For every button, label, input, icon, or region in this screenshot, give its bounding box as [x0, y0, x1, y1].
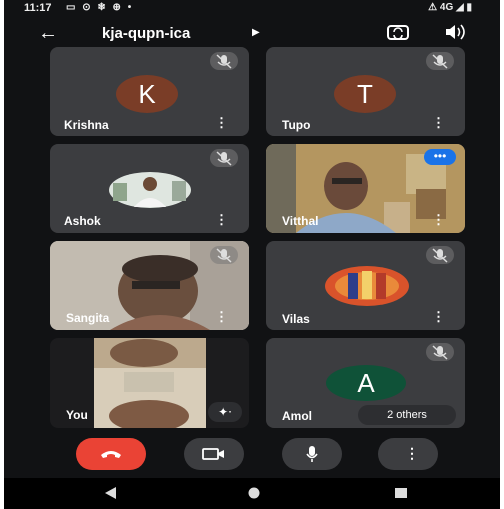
mic-off-icon: [210, 52, 238, 70]
meeting-top-bar: ← kja-qupn-ica ▶: [4, 20, 500, 48]
participant-name-ashok: Ashok: [64, 214, 101, 228]
more-vert-icon[interactable]: ⋮: [432, 212, 445, 228]
microphone-button[interactable]: [282, 438, 342, 470]
more-vert-icon[interactable]: ⋮: [215, 115, 228, 131]
caret-right-icon[interactable]: ▶: [252, 27, 260, 38]
profile-photo-vilas: [325, 266, 409, 306]
mic-off-icon: [210, 246, 238, 264]
back-arrow-icon[interactable]: ←: [38, 22, 58, 45]
participant-tile-tupo[interactable]: T Tupo ⋮: [266, 47, 465, 136]
nav-home-icon[interactable]: [248, 487, 260, 499]
participant-tile-vilas[interactable]: Vilas ⋮: [266, 241, 465, 330]
more-vert-icon[interactable]: ⋮: [432, 309, 445, 325]
phone-screen: 11:17 ▭ ⊙ ❄ ⊕ • ⚠ 4G ◢ ▮ ← kja-qupn-ica …: [4, 0, 500, 509]
speaker-icon[interactable]: [444, 22, 466, 42]
status-right-icons: ⚠ 4G ◢ ▮: [428, 2, 472, 13]
status-bar: 11:17 ▭ ⊙ ❄ ⊕ • ⚠ 4G ◢ ▮: [4, 0, 500, 18]
more-vert-icon[interactable]: ⋮: [215, 212, 228, 228]
participant-name-vilas: Vilas: [282, 312, 310, 326]
participant-tile-ashok[interactable]: Ashok ⋮: [50, 144, 249, 233]
profile-photo-ashok: [109, 172, 191, 208]
participant-tile-krishna[interactable]: K Krishna ⋮: [50, 47, 249, 136]
switch-camera-icon[interactable]: [386, 22, 410, 42]
participant-name-you: You: [66, 408, 88, 422]
system-nav-bar: [4, 478, 500, 509]
more-options-button[interactable]: ⋮: [378, 438, 438, 470]
participant-name-amol: Amol: [282, 409, 312, 423]
more-vert-icon[interactable]: ⋮: [432, 115, 445, 131]
avatar-krishna: K: [116, 75, 178, 113]
meeting-code[interactable]: kja-qupn-ica: [102, 25, 190, 42]
microphone-icon: [306, 446, 318, 462]
participant-tile-amol[interactable]: A Amol 2 others: [266, 338, 465, 428]
nav-recents-icon[interactable]: [394, 487, 408, 499]
more-vert-icon[interactable]: ⋮: [215, 309, 228, 325]
effects-sparkle-icon[interactable]: ✦⋅: [208, 402, 242, 422]
others-badge[interactable]: 2 others: [358, 405, 456, 425]
mic-off-icon: [426, 52, 454, 70]
end-call-button[interactable]: [76, 438, 146, 470]
participant-tile-you[interactable]: You ✦⋅: [50, 338, 249, 428]
participant-tile-vitthal[interactable]: ••• Vitthal ⋮: [266, 144, 465, 233]
participant-name-krishna: Krishna: [64, 118, 109, 132]
notification-icons: ▭ ⊙ ❄ ⊕ •: [66, 2, 134, 13]
camera-icon: [202, 448, 224, 460]
participant-name-sangita: Sangita: [66, 311, 110, 325]
camera-button[interactable]: [184, 438, 244, 470]
status-time: 11:17: [24, 2, 52, 14]
participant-name-vitthal: Vitthal: [282, 214, 319, 228]
phone-hangup-icon: [101, 451, 121, 458]
mic-off-icon: [426, 246, 454, 264]
avatar-amol: A: [326, 365, 406, 401]
participant-name-tupo: Tupo: [282, 118, 311, 132]
mic-off-icon: [426, 343, 454, 361]
avatar-tupo: T: [334, 75, 396, 113]
mic-off-icon: [210, 149, 238, 167]
speaking-indicator: •••: [424, 149, 456, 165]
more-vert-icon: ⋮: [405, 445, 419, 461]
participant-tile-sangita[interactable]: Sangita ⋮: [50, 241, 249, 330]
nav-back-icon[interactable]: [104, 487, 118, 499]
self-video-feed: [94, 338, 206, 428]
